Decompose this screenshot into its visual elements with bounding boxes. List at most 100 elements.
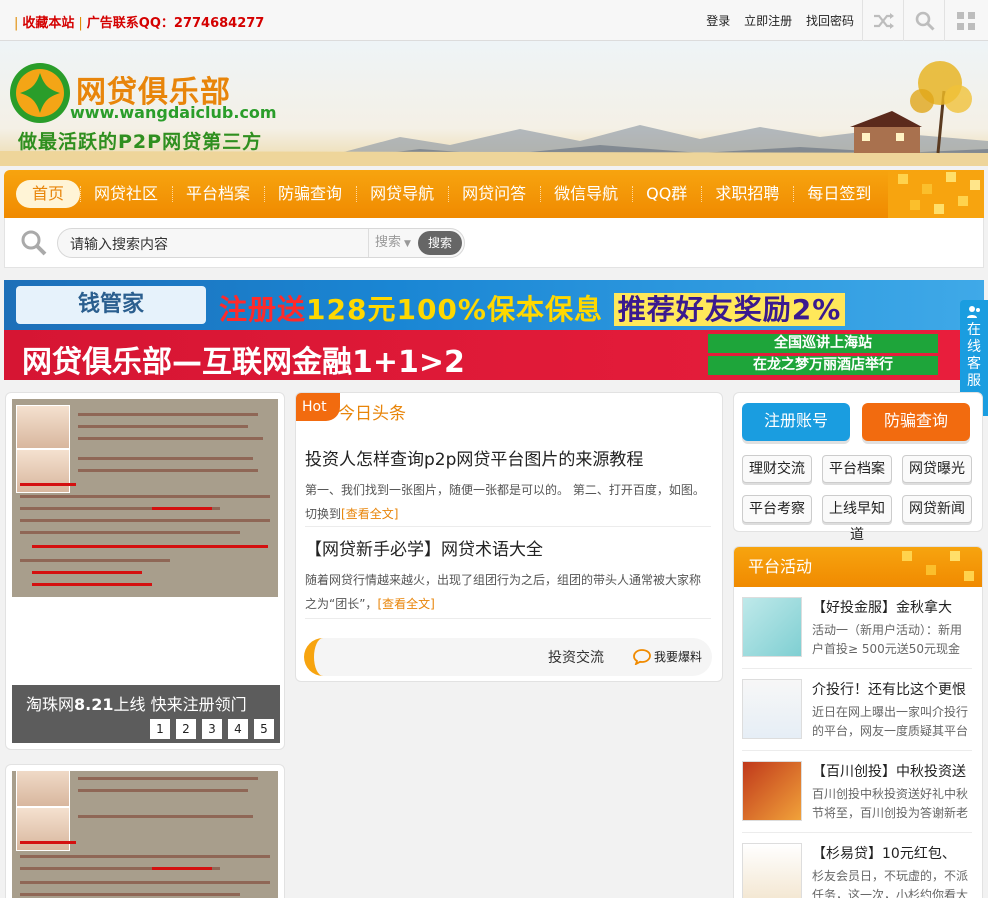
pager-button-4[interactable]: 4 <box>228 719 248 739</box>
search-type-select[interactable]: 搜索 ▼ <box>368 229 411 257</box>
fraud-check-button[interactable]: 防骗查询 <box>862 403 970 441</box>
activity-title: 【杉易贷】10元红包、 <box>812 846 956 862</box>
activity-thumbnail <box>742 679 802 739</box>
submit-tip-button[interactable]: 我要爆料 <box>633 648 702 665</box>
header-mosaic-decoration <box>902 551 974 581</box>
search-bar: 搜索▼ 搜索 <box>4 218 984 268</box>
search-type-label: 搜索 <box>375 235 402 250</box>
shuffle-icon <box>873 12 894 29</box>
headlines-box: Hot 今日头条 投资人怎样查询p2p网贷平台图片的来源教程 第一、我们找到一张… <box>295 392 723 682</box>
register-link[interactable]: 立即注册 <box>744 14 792 28</box>
banner-brand: 钱管家 <box>16 286 206 324</box>
menu-grid-button[interactable] <box>944 0 986 41</box>
pager-button-1[interactable]: 1 <box>150 719 170 739</box>
tag-finance-exchange[interactable]: 理财交流 <box>742 455 812 483</box>
activity-thumbnail <box>742 597 802 657</box>
separator: | <box>14 16 19 31</box>
search-box: 搜索▼ 搜索 <box>57 228 465 258</box>
second-image-box <box>5 764 285 898</box>
tag-early-launch[interactable]: 上线早知道 <box>822 495 892 543</box>
activity-title: 介投行！还有比这个更恨 <box>812 682 966 698</box>
search-toggle-button[interactable] <box>903 0 945 41</box>
activity-desc: 百川创投中秋投资送好礼中秋节将至，百川创投为答谢新老 <box>812 787 969 820</box>
logo-icon <box>10 63 70 123</box>
bookmark-link[interactable]: 收藏本站 <box>22 16 74 31</box>
site-slogan: 做最活跃的P2P网贷第三方 <box>18 131 263 153</box>
slide-pager: 1 2 3 4 5 <box>150 719 274 739</box>
divider <box>742 832 972 833</box>
chevron-down-icon: ▼ <box>404 239 411 249</box>
search-button[interactable]: 搜索 <box>418 231 462 255</box>
nav-item-navigation[interactable]: 网贷导航 <box>356 180 448 208</box>
slide-image[interactable] <box>12 399 278 597</box>
article-item: 投资人怎样查询p2p网贷平台图片的来源教程 第一、我们找到一张图片，随便一张都是… <box>305 445 711 526</box>
ad-banner-qianguanjia[interactable]: 钱管家 注册送128元100%保本保息 推荐好友奖励2% <box>4 280 984 330</box>
pager-button-2[interactable]: 2 <box>176 719 196 739</box>
site-header: 网贷俱乐部 www.wangdaiclub.com 做最活跃的P2P网贷第三方 <box>0 41 988 166</box>
activity-thumbnail <box>742 843 802 898</box>
register-account-button[interactable]: 注册账号 <box>742 403 850 441</box>
nav-item-community[interactable]: 网贷社区 <box>80 180 172 208</box>
activity-desc: 活动一（新用户活动）：新用户首投≥ 500元送50元现金 <box>812 623 963 656</box>
login-link[interactable]: 登录 <box>706 14 730 28</box>
activity-item[interactable]: 介投行！还有比这个更恨 近日在网上曝出一家叫介投行的平台，网友一度质疑其平台 <box>742 679 972 745</box>
nav-item-qq-group[interactable]: QQ群 <box>632 180 701 208</box>
nav-item-home[interactable]: 首页 <box>16 180 81 208</box>
main-nav: 首页 网贷社区 平台档案 防骗查询 网贷导航 网贷问答 微信导航 QQ群 求职招… <box>4 170 984 218</box>
top-left-links: | 收藏本站 | 广告联系QQ：2774684277 <box>10 12 264 31</box>
tag-exposure[interactable]: 网贷曝光 <box>902 455 972 483</box>
nav-mosaic-decoration <box>888 170 984 218</box>
activity-item[interactable]: 【百川创投】中秋投资送 百川创投中秋投资送好礼中秋节将至，百川创投为答谢新老 <box>742 761 972 827</box>
article-title[interactable]: 投资人怎样查询p2p网贷平台图片的来源教程 <box>305 445 711 470</box>
nav-item-checkin[interactable]: 每日签到 <box>793 180 885 208</box>
promo-image[interactable] <box>12 771 278 898</box>
section-title: 今日头条 <box>338 404 406 424</box>
read-more-link[interactable]: [查看全文] <box>341 507 398 521</box>
news-ticker[interactable]: 投资交流 我要爆料 <box>304 638 712 676</box>
article-title[interactable]: 【网贷新手必学】网贷术语大全 <box>305 535 711 560</box>
nav-item-qa[interactable]: 网贷问答 <box>448 180 540 208</box>
ad-contact-text: 广告联系QQ：2774684277 <box>86 16 265 31</box>
banner-event-text: 网贷俱乐部—互联网金融1+1>2 <box>22 345 465 380</box>
user-links: 登录 立即注册 找回密码 <box>696 12 854 29</box>
slide-caption[interactable]: 淘珠网8.21上线 快来注册领门 1 2 3 4 5 <box>12 685 280 743</box>
article-item: 【网贷新手必学】网贷术语大全 随着网贷行情越来越火，出现了组团行为之后，组团的带… <box>305 535 711 616</box>
search-icon <box>915 11 935 31</box>
hot-badge: Hot <box>296 393 340 421</box>
activity-desc: 近日在网上曝出一家叫介投行的平台，网友一度质疑其平台 <box>812 705 969 738</box>
ad-banner-event[interactable]: 网贷俱乐部—互联网金融1+1>2 全国巡讲上海站 在龙之梦万丽酒店举行 <box>4 330 960 380</box>
ticker-text: 投资交流 <box>548 650 604 666</box>
user-service-icon <box>967 306 980 318</box>
search-input[interactable] <box>70 234 360 254</box>
pager-button-5[interactable]: 5 <box>254 719 274 739</box>
forgot-password-link[interactable]: 找回密码 <box>806 14 854 28</box>
activity-thumbnail <box>742 761 802 821</box>
quick-links-box: 注册账号 防骗查询 理财交流 平台档案 网贷曝光 平台考察 上线早知道 网贷新闻 <box>733 392 983 543</box>
logo-url: www.wangdaiclub.com <box>70 103 277 122</box>
separator: | <box>78 16 83 31</box>
tag-news[interactable]: 网贷新闻 <box>902 495 972 523</box>
tag-platform-archive[interactable]: 平台档案 <box>822 455 892 483</box>
article-summary: 随着网贷行情越来越火，出现了组团行为之后，组团的带头人通常被大家称之为“团长”，… <box>305 573 702 611</box>
random-button[interactable] <box>862 0 904 41</box>
tag-platform-inspection[interactable]: 平台考察 <box>742 495 812 523</box>
banner-promo-text: 注册送128元100%保本保息 推荐好友奖励2% <box>219 288 846 328</box>
pager-button-3[interactable]: 3 <box>202 719 222 739</box>
top-bar: | 收藏本站 | 广告联系QQ：2774684277 登录 立即注册 找回密码 <box>0 0 988 41</box>
nav-item-wechat[interactable]: 微信导航 <box>540 180 632 208</box>
divider <box>305 526 711 527</box>
divider <box>305 618 711 619</box>
search-icon <box>21 230 47 256</box>
nav-item-jobs[interactable]: 求职招聘 <box>701 180 793 208</box>
activity-item[interactable]: 【好投金服】金秋拿大 活动一（新用户活动）：新用户首投≥ 500元送50元现金 <box>742 597 972 663</box>
chat-bubble-icon <box>633 648 651 665</box>
nav-item-platform-archive[interactable]: 平台档案 <box>172 180 264 208</box>
activity-desc: 杉友会员日，不玩虚的，不派任务，这一次，小杉约你看大 <box>812 869 969 898</box>
grid-icon <box>956 11 975 30</box>
nav-item-fraud-check[interactable]: 防骗查询 <box>264 180 356 208</box>
read-more-link[interactable]: [查看全文] <box>377 597 434 611</box>
activity-title: 【好投金服】金秋拿大 <box>812 600 952 616</box>
activity-item[interactable]: 【杉易贷】10元红包、 杉友会员日，不玩虚的，不派任务，这一次，小杉约你看大 <box>742 843 972 898</box>
slider-box: 淘珠网8.21上线 快来注册领门 1 2 3 4 5 <box>5 392 285 750</box>
divider <box>742 750 972 751</box>
